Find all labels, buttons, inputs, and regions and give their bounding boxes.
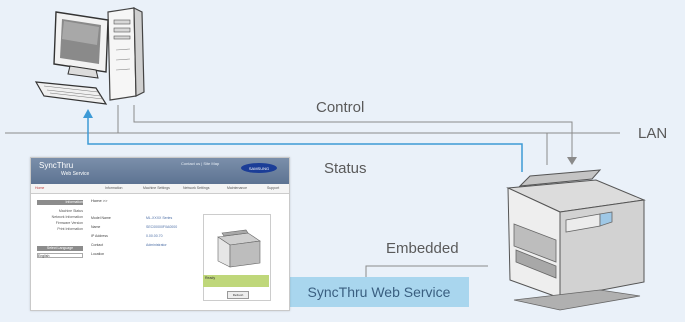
web-language-header: Select Language	[37, 246, 83, 251]
web-logo-text: SyncThru	[39, 161, 74, 170]
web-service-label: SyncThru Web Service	[289, 277, 469, 307]
web-row-key: Name	[91, 225, 101, 229]
status-arrowhead	[83, 109, 93, 118]
web-top-links[interactable]: Contact us | Site Map	[181, 161, 219, 166]
web-row-value: SEC00000F0A0000	[146, 225, 178, 229]
brand-logo: SAMSUNG	[241, 163, 277, 173]
web-product-panel	[203, 214, 271, 301]
web-tab-machine-settings[interactable]: Machine Settings	[143, 186, 170, 190]
desktop-computer-icon	[34, 7, 145, 105]
web-side-item[interactable]: Machine Status	[37, 209, 83, 213]
web-tab-information[interactable]: Information	[105, 186, 123, 190]
web-printer-thumbnail-icon	[217, 229, 261, 268]
web-refresh-button[interactable]: Refresh	[227, 291, 249, 299]
web-row-key: Contact	[91, 243, 104, 247]
web-row-key: IP Address	[91, 234, 108, 238]
web-row-key: Location	[91, 252, 105, 256]
web-status-bar: Ready	[203, 275, 269, 287]
web-row-value: ML-XXXX Series	[146, 216, 173, 220]
embedded-label: Embedded	[386, 240, 459, 257]
web-tab-maintenance[interactable]: Maintenance	[227, 186, 247, 190]
web-tab-support[interactable]: Support	[267, 186, 279, 190]
network-diagram: Control LAN Status Embedded SyncThru Web…	[0, 0, 685, 322]
web-row-key: Model Name	[91, 216, 111, 220]
web-nav-bar: Home Information Machine Settings Networ…	[31, 184, 289, 194]
web-row-value: 0.00.00.70	[146, 234, 163, 238]
web-header: SyncThru Web Service Contact us | Site M…	[31, 158, 289, 184]
control-label: Control	[316, 99, 365, 116]
web-logo: SyncThru Web Service	[39, 162, 89, 178]
web-row-value: Administrator	[146, 243, 167, 247]
web-home-link[interactable]: Home	[35, 186, 44, 190]
status-label: Status	[324, 160, 367, 177]
web-tab-network-settings[interactable]: Network Settings	[183, 186, 209, 190]
multifunction-printer-icon	[506, 169, 646, 311]
control-arrowhead	[567, 157, 577, 165]
web-logo-subtext: Web Service	[61, 171, 90, 177]
web-side-item[interactable]: Network Information	[37, 215, 83, 219]
web-side-header: Information	[37, 200, 83, 205]
lan-label: LAN	[638, 125, 668, 142]
web-side-item[interactable]: Print Information	[37, 227, 83, 231]
web-service-screenshot: SyncThru Web Service Contact us | Site M…	[30, 157, 290, 311]
web-language-select[interactable]: English	[37, 253, 83, 258]
web-side-item[interactable]: Firmware Version	[37, 221, 83, 225]
web-breadcrumb: Home >>	[91, 198, 108, 203]
